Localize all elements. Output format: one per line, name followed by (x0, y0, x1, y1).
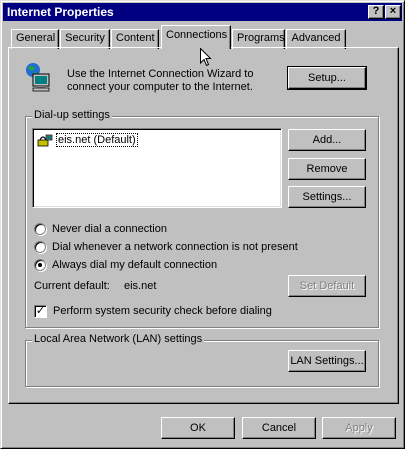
dial-whenever-label: Dial whenever a network connection is no… (52, 241, 298, 253)
security-check-option[interactable]: ✓ Perform system security check before d… (34, 304, 272, 318)
list-item[interactable]: eis.net (Default) (37, 132, 138, 148)
lan-settings-button-label: LAN Settings... (290, 355, 364, 367)
always-dial-radio-option[interactable]: Always dial my default connection (34, 258, 217, 272)
never-dial-radio-option[interactable]: Never dial a connection (34, 222, 167, 236)
title-bar[interactable]: Internet Properties ? × (3, 3, 402, 21)
dial-whenever-radio[interactable] (34, 241, 46, 253)
close-button[interactable]: × (385, 5, 401, 19)
internet-properties-window: Internet Properties ? × General Security… (0, 0, 405, 449)
connection-wizard-icon (23, 61, 55, 93)
lan-settings-button[interactable]: LAN Settings... (288, 350, 366, 372)
remove-button[interactable]: Remove (288, 158, 366, 180)
apply-button-label: Apply (345, 422, 373, 434)
set-default-button[interactable]: Set Default (288, 275, 366, 297)
current-default-label: Current default: (34, 280, 110, 292)
window-title: Internet Properties (7, 5, 114, 19)
setup-button[interactable]: Setup... (287, 66, 367, 90)
tab-label: Connections (166, 29, 228, 41)
tab-label: Advanced (291, 32, 341, 44)
settings-button[interactable]: Settings... (288, 186, 366, 208)
always-dial-label: Always dial my default connection (52, 259, 218, 271)
apply-button[interactable]: Apply (322, 417, 396, 439)
dialup-connection-icon (37, 132, 53, 148)
dialup-connections-list[interactable]: eis.net (Default) (32, 128, 282, 208)
cancel-button[interactable]: Cancel (242, 417, 316, 439)
tab-advanced[interactable]: Advanced (286, 29, 346, 49)
always-dial-radio[interactable] (34, 259, 46, 271)
tab-general[interactable]: General (11, 29, 59, 49)
security-check-label: Perform system security check before dia… (53, 305, 272, 317)
settings-button-label: Settings... (302, 191, 352, 203)
active-tab-join (164, 46, 226, 49)
never-dial-label: Never dial a connection (52, 223, 167, 235)
help-button[interactable]: ? (368, 5, 384, 19)
lan-group-label: Local Area Network (LAN) settings (32, 333, 205, 345)
ok-button-label: OK (190, 422, 206, 434)
never-dial-radio[interactable] (34, 223, 46, 235)
dial-whenever-radio-option[interactable]: Dial whenever a network connection is no… (34, 240, 298, 254)
add-button-label: Add... (312, 134, 342, 146)
wizard-text-line2: connect your computer to the Internet. (67, 81, 253, 93)
connection-name: eis.net (Default) (56, 133, 138, 147)
tab-label: Security (65, 32, 105, 44)
mouse-cursor-icon (200, 47, 212, 70)
set-default-button-label: Set Default (299, 280, 355, 292)
dialup-group-label: Dial-up settings (32, 109, 112, 121)
cancel-button-label: Cancel (261, 422, 297, 434)
tab-label: Content (116, 32, 155, 44)
ok-button[interactable]: OK (161, 417, 235, 439)
tab-programs[interactable]: Programs (232, 29, 285, 49)
tab-label: Programs (237, 32, 285, 44)
tab-security[interactable]: Security (60, 29, 110, 49)
tab-label: General (16, 32, 56, 44)
help-icon: ? (372, 5, 380, 17)
tab-content[interactable]: Content (111, 29, 159, 49)
security-check-checkbox[interactable]: ✓ (34, 304, 47, 318)
current-default-value: eis.net (124, 280, 157, 292)
remove-button-label: Remove (306, 163, 348, 175)
setup-button-label: Setup... (308, 72, 346, 84)
wizard-text-line1: Use the Internet Connection Wizard to (67, 68, 254, 80)
close-icon: × (389, 5, 397, 17)
add-button[interactable]: Add... (288, 129, 366, 151)
